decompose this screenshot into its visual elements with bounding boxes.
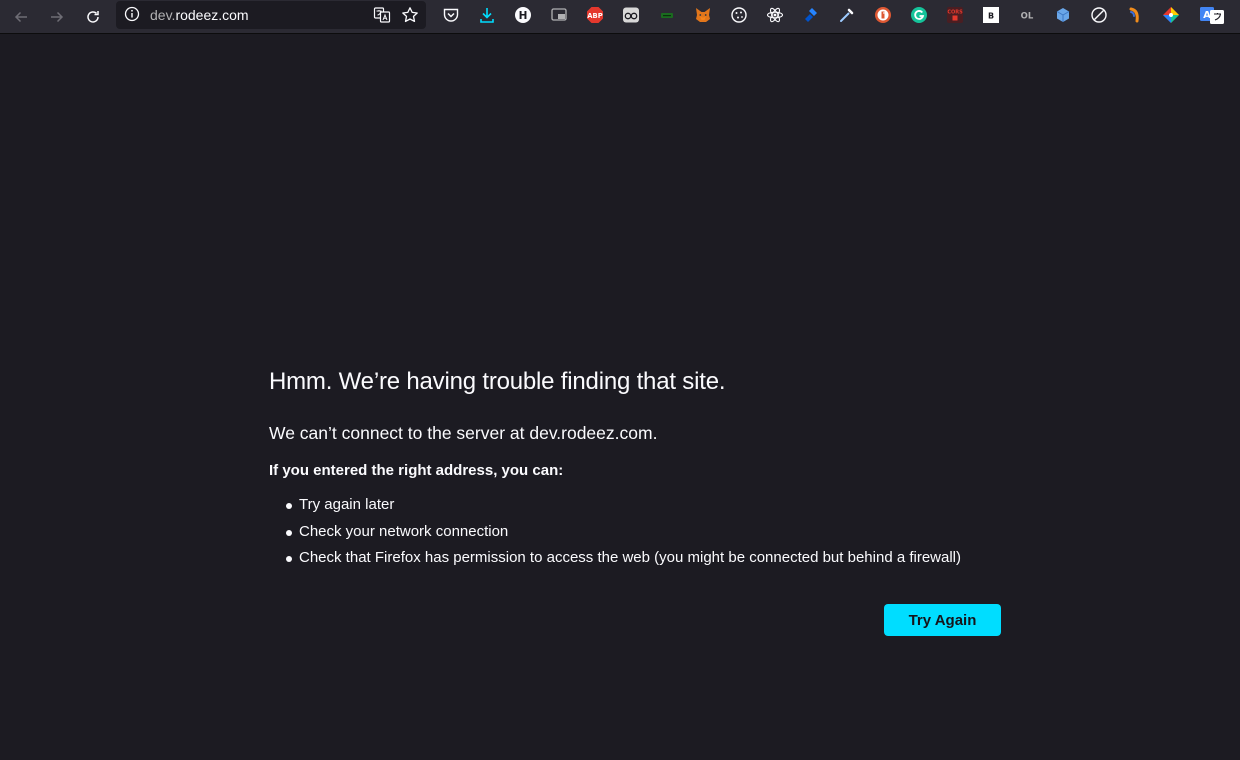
error-suggestion-lead: If you entered the right address, you ca… [269, 462, 564, 479]
duckduckgo-icon[interactable] [873, 5, 893, 25]
svg-text:A: A [1203, 10, 1211, 21]
ol-extension-icon[interactable]: OL [1017, 5, 1037, 25]
url-domain: rodeez.com [175, 7, 249, 23]
arrow-left-icon [14, 11, 27, 23]
address-bar[interactable]: dev.rodeez.com [116, 1, 426, 29]
svg-text:CORS: CORS [947, 10, 963, 16]
translate-extension-icon[interactable]: A [1199, 5, 1225, 25]
metamask-fox-icon[interactable] [693, 5, 713, 25]
svg-text:ABP: ABP [587, 12, 602, 20]
pocket-icon[interactable] [441, 5, 461, 25]
reload-button[interactable] [80, 4, 106, 30]
translate-icon[interactable] [373, 6, 391, 24]
browser-toolbar: dev.rodeez.com H ABP CORS B OL A [0, 0, 1240, 34]
download-icon[interactable] [477, 5, 497, 25]
error-description: We can’t connect to the server at dev.ro… [269, 423, 658, 443]
arrow-right-icon [51, 11, 64, 23]
green-extension-icon[interactable] [657, 5, 677, 25]
eyeglasses-icon[interactable] [621, 5, 641, 25]
color-picker-icon[interactable] [837, 5, 857, 25]
svg-text:OL: OL [1021, 12, 1034, 22]
suggestion-item: Try again later [269, 494, 961, 521]
h-extension-icon[interactable]: H [513, 5, 533, 25]
bookmark-star-icon[interactable] [401, 6, 419, 24]
back-button[interactable] [8, 4, 34, 30]
block-icon[interactable] [1089, 5, 1109, 25]
orange-swoosh-icon[interactable] [1125, 5, 1145, 25]
react-devtools-icon[interactable] [765, 5, 785, 25]
colorful-gem-icon[interactable] [1161, 5, 1181, 25]
svg-text:H: H [519, 10, 528, 22]
reload-icon [87, 11, 99, 23]
cookie-icon[interactable] [729, 5, 749, 25]
cube-icon[interactable] [1053, 5, 1073, 25]
forward-button[interactable] [44, 4, 70, 30]
jira-icon[interactable] [801, 5, 821, 25]
adblock-plus-icon[interactable]: ABP [585, 5, 605, 25]
try-again-button[interactable]: Try Again [884, 604, 1001, 636]
corsi-icon[interactable]: CORS [945, 5, 965, 25]
suggestion-item: Check that Firefox has permission to acc… [269, 547, 961, 574]
info-icon[interactable] [124, 6, 140, 22]
suggestion-item: Check your network connection [269, 521, 961, 548]
picture-in-picture-icon[interactable] [549, 5, 569, 25]
b-extension-icon[interactable]: B [981, 5, 1001, 25]
url-text[interactable]: dev.rodeez.com [150, 7, 249, 23]
error-title: Hmm. We’re having trouble finding that s… [269, 368, 726, 395]
suggestion-list: Try again later Check your network conne… [269, 494, 961, 574]
url-host: dev. [150, 7, 176, 23]
svg-text:B: B [988, 11, 994, 20]
grammarly-icon[interactable] [909, 5, 929, 25]
